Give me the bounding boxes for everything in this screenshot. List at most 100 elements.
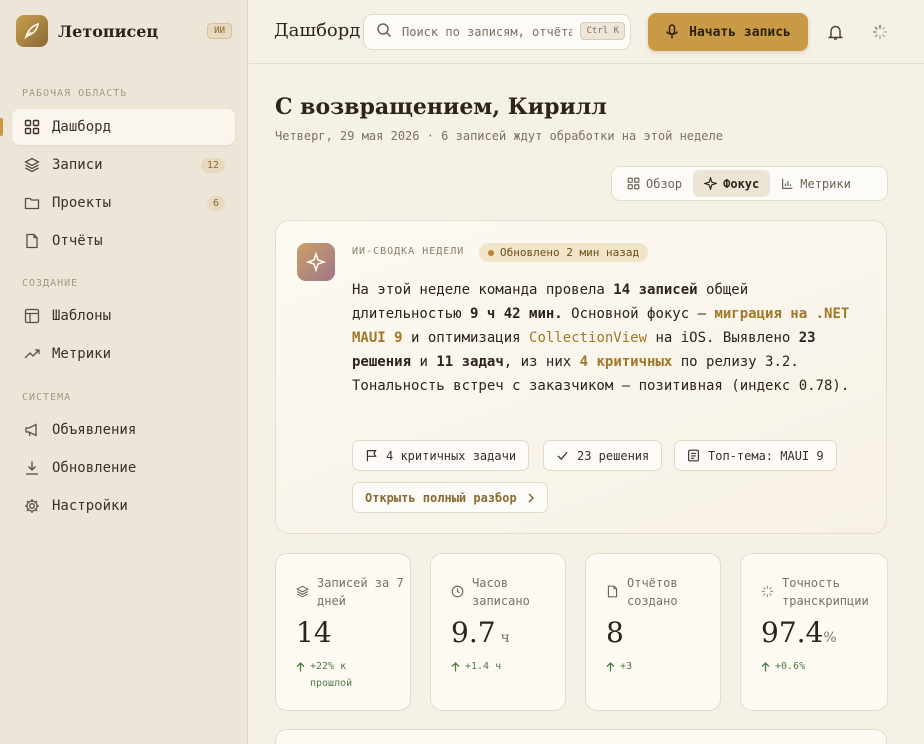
trend-icon: [23, 345, 41, 363]
grid-icon: [23, 118, 41, 136]
stat-number: 14: [296, 616, 332, 649]
sidebar-item-projects[interactable]: Проекты 6: [12, 185, 235, 221]
ai-summary-kicker: ИИ-СВОДКА НЕДЕЛИ: [352, 246, 465, 257]
sidebar-item-dashboard[interactable]: Дашборд: [0, 109, 235, 145]
sparkle-icon: [297, 243, 335, 281]
stat-value: 8: [606, 616, 624, 649]
stat-label: Отчётов создано: [627, 576, 678, 608]
quill-logo-icon: [16, 15, 48, 47]
note-icon: [688, 449, 699, 462]
stat-label: Записей за 7 дней: [317, 576, 404, 608]
top-topic-chip[interactable]: Топ-тема: MAUI 9: [674, 440, 837, 471]
stat-delta-text: +0.6%: [775, 661, 806, 672]
stat-value: 14: [296, 616, 332, 649]
chevron-right-icon: [528, 492, 534, 503]
sidebar: Летописец ИИ РАБОЧАЯ ОБЛАСТЬ Дашборд Зап…: [0, 0, 248, 744]
stat-card-reports[interactable]: Отчётов создано 8 +3: [585, 553, 721, 711]
stat-head: Записей за 7 дней: [296, 574, 407, 610]
stat-head: Отчётов создано: [606, 574, 717, 610]
tab-metrics[interactable]: Метрики: [770, 170, 862, 197]
template-icon: [23, 307, 41, 325]
sidebar-item-label: Записи: [52, 157, 103, 173]
summary-text-part: и: [411, 354, 437, 370]
decisions-chip[interactable]: 23 решения: [543, 440, 663, 471]
layers-icon: [296, 585, 309, 598]
stat-card-accuracy[interactable]: Точность транскрипции 97.4% +0.6%: [740, 553, 888, 711]
stat-head: Точность транскрипции: [761, 574, 892, 610]
tab-label: Метрики: [800, 176, 851, 191]
sidebar-item-records[interactable]: Записи 12: [12, 147, 235, 183]
critical-tasks-chip[interactable]: 4 критичных задачи: [352, 440, 530, 471]
sidebar-item-label: Объявления: [52, 422, 137, 438]
folder-icon: [23, 194, 41, 212]
view-switcher: Обзор Фокус Метрики: [611, 166, 888, 201]
projects-count-badge: 6: [206, 195, 225, 211]
flag-icon: [366, 450, 377, 462]
stat-number: 9.7: [451, 616, 496, 649]
stat-value: 97.4%: [761, 616, 837, 649]
updated-text: Обновлено 2 мин назад: [500, 246, 640, 259]
sidebar-item-metrics[interactable]: Метрики: [12, 336, 235, 372]
sidebar-item-update[interactable]: Обновление: [12, 450, 235, 486]
tab-label: Обзор: [646, 176, 683, 191]
stat-delta-text: +1.4 ч: [465, 661, 502, 672]
stat-delta-text: +22% к прошлой: [310, 661, 353, 689]
start-recording-button[interactable]: Начать запись: [648, 13, 808, 51]
sidebar-item-templates[interactable]: Шаблоны: [12, 298, 235, 334]
summary-text-part: Основной фокус —: [562, 306, 715, 322]
arrow-up-icon: [296, 662, 305, 672]
chip-label: Топ-тема: MAUI 9: [708, 448, 824, 463]
start-recording-label: Начать запись: [689, 24, 791, 40]
stat-delta-text: +3: [620, 661, 633, 672]
stat-delta: +3: [606, 658, 632, 675]
stat-card-hours[interactable]: Часов записано 9.7 ч +1.4 ч: [430, 553, 566, 711]
sidebar-item-label: Настройки: [52, 498, 128, 514]
megaphone-icon: [23, 421, 41, 439]
sidebar-item-announcements[interactable]: Объявления: [12, 412, 235, 448]
next-section-card: [275, 729, 887, 744]
tab-overview[interactable]: Обзор: [616, 170, 693, 197]
status-dot: [488, 249, 494, 256]
layers-icon: [23, 156, 41, 174]
bell-icon[interactable]: [825, 22, 845, 42]
sidebar-item-label: Отчёты: [52, 233, 103, 249]
stat-delta: +1.4 ч: [451, 658, 501, 675]
clock-icon: [451, 585, 464, 598]
summary-highlight-collectionview: CollectionView: [529, 330, 648, 346]
brand[interactable]: Летописец ИИ: [16, 14, 232, 48]
stat-number: 97.4: [761, 616, 824, 649]
stat-label: Точность транскрипции: [782, 576, 869, 608]
search-box[interactable]: Ctrl K: [363, 14, 631, 50]
sidebar-item-label: Дашборд: [52, 119, 112, 135]
stat-delta: +22% к прошлой: [296, 658, 380, 692]
summary-text-part: и оптимизация: [402, 330, 530, 346]
gear-icon: [23, 497, 41, 515]
arrow-up-icon: [761, 662, 770, 672]
app-name: Летописец: [58, 21, 159, 41]
summary-text-part: на iOS. Выявлено: [647, 330, 799, 346]
stat-number: 8: [606, 616, 624, 649]
loading-spinner-icon[interactable]: [870, 22, 890, 42]
search-input[interactable]: [402, 25, 572, 39]
welcome-heading: С возвращением, Кирилл: [275, 94, 607, 120]
sidebar-item-label: Метрики: [52, 346, 112, 362]
tab-focus[interactable]: Фокус: [693, 170, 771, 197]
stat-card-records[interactable]: Записей за 7 дней 14 +22% к прошлой: [275, 553, 411, 711]
arrow-up-icon: [451, 662, 460, 672]
arrow-up-icon: [606, 662, 615, 672]
summary-highlight-critical: 4 критичных: [579, 354, 673, 370]
date-subline: Четверг, 29 мая 2026 · 6 записей ждут об…: [275, 129, 723, 143]
document-icon: [23, 232, 41, 250]
sidebar-item-label: Шаблоны: [52, 308, 112, 324]
summary-text-part: На этой неделе команда провела: [352, 282, 614, 298]
ai-summary-card: ИИ-СВОДКА НЕДЕЛИ Обновлено 2 мин назад Н…: [275, 220, 887, 534]
open-full-analysis-button[interactable]: Открыть полный разбор: [352, 482, 548, 513]
summary-bold-duration: 9 ч 42 мин.: [470, 306, 563, 322]
chip-label: 23 решения: [577, 448, 650, 463]
search-icon: [376, 22, 392, 42]
section-label-system: СИСТЕМА: [22, 392, 72, 403]
sidebar-item-reports[interactable]: Отчёты: [12, 223, 235, 259]
stat-value: 9.7 ч: [451, 616, 510, 649]
sidebar-item-settings[interactable]: Настройки: [12, 488, 235, 524]
sparkle-icon: [704, 177, 718, 190]
